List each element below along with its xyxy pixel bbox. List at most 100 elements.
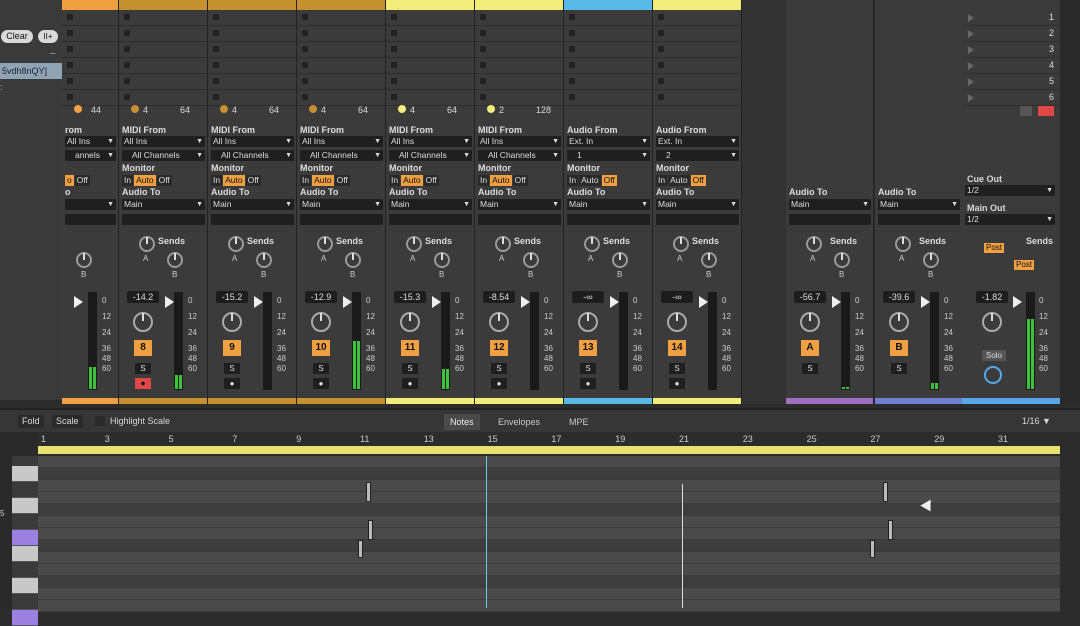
send-b-knob[interactable] xyxy=(834,252,850,268)
clip-slot[interactable] xyxy=(386,58,474,74)
cue-volume-knob[interactable] xyxy=(984,366,1002,384)
clip-slot[interactable] xyxy=(475,74,563,90)
solo-button[interactable]: S xyxy=(580,363,596,374)
piano-key[interactable] xyxy=(12,546,38,562)
monitor-option[interactable]: In xyxy=(122,175,134,186)
pan-knob[interactable] xyxy=(578,312,598,332)
stop-icon[interactable] xyxy=(124,14,130,20)
piano-key[interactable] xyxy=(12,530,38,546)
pan-knob[interactable] xyxy=(133,312,153,332)
monitor-option[interactable]: Off xyxy=(156,175,172,186)
grid-row[interactable] xyxy=(38,528,1060,540)
stop-icon[interactable] xyxy=(569,94,575,100)
send-b-knob[interactable] xyxy=(923,252,939,268)
solo-button[interactable]: S xyxy=(802,363,818,374)
send-a-knob[interactable] xyxy=(895,236,911,252)
output-type-select[interactable]: Main ▼ xyxy=(389,199,472,210)
clip-slot[interactable] xyxy=(62,74,118,90)
grid-row[interactable] xyxy=(38,540,1060,552)
more-button[interactable]: II+ xyxy=(38,30,58,43)
stop-icon[interactable] xyxy=(124,78,130,84)
send-b-knob[interactable] xyxy=(523,252,539,268)
solo-button[interactable]: S xyxy=(669,363,685,374)
clip-slot[interactable] xyxy=(475,42,563,58)
pan-knob[interactable] xyxy=(800,312,820,332)
post-button-b[interactable]: Post xyxy=(1014,260,1035,270)
stop-icon[interactable] xyxy=(569,78,575,84)
piano-key[interactable] xyxy=(12,562,38,578)
output-channel-select[interactable] xyxy=(878,214,960,225)
arm-button[interactable]: ● xyxy=(402,378,418,389)
send-b-knob[interactable] xyxy=(434,252,450,268)
highlight-scale-checkbox[interactable] xyxy=(95,416,105,426)
output-type-select[interactable]: ▼ xyxy=(65,199,116,210)
monitor-option[interactable]: In xyxy=(300,175,312,186)
input-channel-select[interactable]: All Channels ▼ xyxy=(300,150,383,161)
scene-row[interactable]: 6 xyxy=(962,90,1060,106)
output-channel-select[interactable] xyxy=(122,214,205,225)
arm-button[interactable]: ● xyxy=(669,378,685,389)
stop-icon[interactable] xyxy=(480,94,486,100)
grid-row[interactable] xyxy=(38,552,1060,564)
send-a-knob[interactable] xyxy=(406,236,422,252)
scene-launch-icon[interactable] xyxy=(968,94,974,102)
midi-note[interactable] xyxy=(358,540,363,558)
clip-slot[interactable] xyxy=(564,10,652,26)
clip-slot[interactable] xyxy=(386,42,474,58)
grid-row[interactable] xyxy=(38,456,1060,468)
scene-row[interactable]: 3 xyxy=(962,42,1060,58)
grid-row[interactable] xyxy=(38,576,1060,588)
grid-row[interactable] xyxy=(38,564,1060,576)
monitor-switch[interactable]: In Auto Off xyxy=(478,175,529,186)
clip-slot[interactable] xyxy=(119,42,207,58)
clip-header[interactable] xyxy=(386,0,474,10)
stop-icon[interactable] xyxy=(302,62,308,68)
output-channel-select[interactable] xyxy=(211,214,294,225)
track-volume[interactable]: -12.9 xyxy=(305,291,337,303)
clip-slot[interactable] xyxy=(653,26,741,42)
record-button[interactable] xyxy=(1038,106,1054,116)
output-type-select[interactable]: Main ▼ xyxy=(656,199,739,210)
tab-notes[interactable]: Notes xyxy=(444,414,480,430)
return-volume[interactable]: -39.6 xyxy=(883,291,915,303)
arm-button[interactable]: ● xyxy=(491,378,507,389)
grid-row[interactable] xyxy=(38,492,1060,504)
stop-icon[interactable] xyxy=(213,78,219,84)
grid-size[interactable]: 1/16 ▼ xyxy=(1022,416,1051,426)
monitor-switch[interactable]: In Auto Off xyxy=(656,175,707,186)
stop-icon[interactable] xyxy=(569,62,575,68)
pan-knob[interactable] xyxy=(222,312,242,332)
timeline-ruler[interactable]: 1 3 5 7 9 11 13 15 17 19 21 23 25 27 29 31 xyxy=(38,432,1060,446)
clip-slot[interactable] xyxy=(119,58,207,74)
output-channel-select[interactable] xyxy=(65,214,116,225)
clip-slot[interactable] xyxy=(297,74,385,90)
output-type-select[interactable]: Main ▼ xyxy=(878,199,960,210)
monitor-option[interactable]: Auto xyxy=(312,175,334,186)
track-activator[interactable]: 8 xyxy=(134,340,152,356)
arm-button[interactable]: ● xyxy=(224,378,240,389)
output-type-select[interactable]: Main ▼ xyxy=(122,199,205,210)
midi-note[interactable] xyxy=(883,482,888,502)
scene-row[interactable]: 5 xyxy=(962,74,1060,90)
input-type-select[interactable]: Ext. In ▼ xyxy=(656,136,739,147)
stop-icon[interactable] xyxy=(480,78,486,84)
pan-knob[interactable] xyxy=(400,312,420,332)
stop-icon[interactable] xyxy=(391,62,397,68)
stop-icon[interactable] xyxy=(302,46,308,52)
stop-icon[interactable] xyxy=(67,78,73,84)
output-type-select[interactable]: Main ▼ xyxy=(478,199,561,210)
clip-header[interactable] xyxy=(119,0,207,10)
track-activator[interactable]: 11 xyxy=(401,340,419,356)
track-activator[interactable]: A xyxy=(801,340,819,356)
stop-icon[interactable] xyxy=(302,30,308,36)
input-channel-select[interactable]: 1 ▼ xyxy=(567,150,650,161)
selected-clip-name[interactable]: 5vdh8nQY] xyxy=(0,63,62,79)
track-activator[interactable]: 9 xyxy=(223,340,241,356)
stop-icon[interactable] xyxy=(67,30,73,36)
midi-note[interactable] xyxy=(888,520,893,540)
tab-mpe[interactable]: MPE xyxy=(563,414,595,430)
stop-icon[interactable] xyxy=(391,78,397,84)
stop-icon[interactable] xyxy=(213,14,219,20)
pan-knob[interactable] xyxy=(489,312,509,332)
collapse-icon[interactable]: – xyxy=(50,48,56,59)
